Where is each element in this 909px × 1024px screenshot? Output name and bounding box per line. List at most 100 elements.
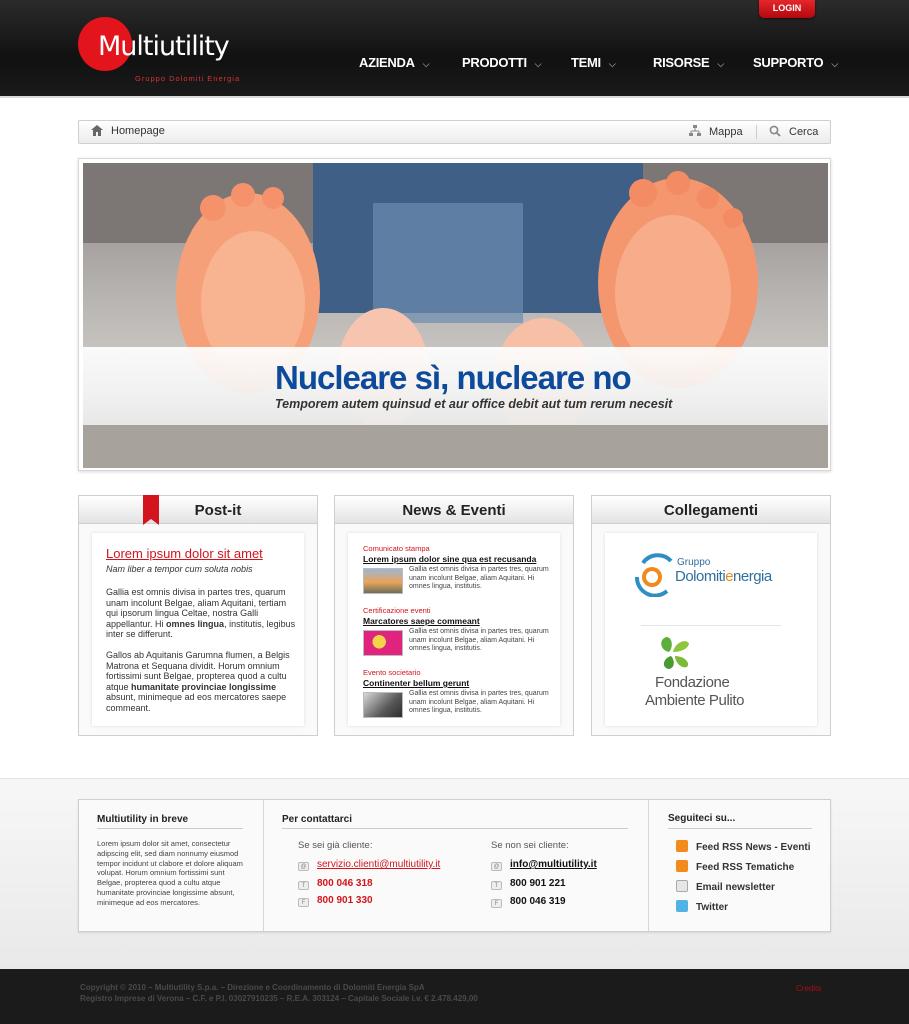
dolomiti-energia-mark-icon [635, 553, 673, 597]
nav-label: TEMI [571, 55, 601, 70]
sponsor-divider [641, 625, 781, 626]
search-label: Cerca [789, 126, 819, 138]
client-email[interactable]: @ servizio.clienti@multiutility.it [298, 859, 440, 871]
client-label: Se sei già cliente: [298, 840, 373, 851]
chevron-down-icon: ⌵ [422, 59, 430, 69]
follow-heading: Seguiteci su... [668, 813, 736, 824]
email-icon: @ [491, 862, 502, 871]
logo-subtitle: Gruppo Dolomiti Energia [135, 74, 241, 83]
postit-paragraph-2: Gallos ab Aquitanis Garumna flumen, a Be… [106, 650, 290, 713]
news-title-link[interactable]: Marcatores saepe commeant [363, 616, 553, 626]
sitemap-label: Mappa [709, 126, 743, 138]
list-item[interactable]: Comunicato stampa Lorem ipsum dolor sine… [363, 544, 553, 594]
site-logo[interactable]: Multiutility Gruppo Dolomiti Energia [78, 17, 248, 87]
nonclient-email[interactable]: @ info@multiutility.it [491, 859, 597, 871]
news-category: Certificazione eventi [363, 606, 431, 615]
rss-icon [676, 860, 688, 872]
fax-icon: F [298, 898, 309, 907]
list-item[interactable]: Evento societario Continenter bellum ger… [363, 668, 553, 718]
nav-label: RISORSE [653, 55, 710, 70]
fax-icon: F [491, 899, 502, 908]
twitter-icon [676, 900, 688, 912]
list-item[interactable]: Certificazione eventi Marcatores saepe c… [363, 606, 553, 656]
mail-icon [676, 880, 688, 892]
postit-paragraph-1: Gallia est omnis divisa in partes tres, … [106, 587, 296, 639]
postit-title-link[interactable]: Lorem ipsum dolor sit amet [106, 546, 263, 561]
phone-icon: T [491, 881, 502, 890]
news-title-link[interactable]: Lorem ipsum dolor sine qua est recusanda [363, 554, 553, 564]
news-summary: Gallia est omnis divisa in partes tres, … [409, 690, 549, 714]
postit-content: Lorem ipsum dolor sit amet Nam liber a t… [92, 533, 304, 726]
postit-heading: Post-it [194, 502, 242, 519]
links-heading: Collegamenti [663, 502, 759, 519]
footer-divider [648, 800, 649, 931]
news-content: Comunicato stampa Lorem ipsum dolor sine… [348, 533, 560, 726]
client-phone: T 800 046 318 [298, 878, 373, 890]
social-rss-news[interactable]: Feed RSS News - Eventi [676, 840, 810, 853]
social-twitter[interactable]: Twitter [676, 900, 728, 913]
contact-heading: Per contattarci [282, 814, 353, 825]
about-underline [97, 828, 243, 829]
about-heading: Multiutility in breve [97, 814, 189, 825]
nav-label: SUPPORTO [753, 55, 824, 70]
credits-link[interactable]: Credits [796, 984, 821, 993]
home-icon [91, 125, 103, 136]
hero-title: Nucleare sì, nucleare no [275, 359, 632, 396]
sitemap-link[interactable]: Mappa [689, 125, 743, 138]
news-thumbnail[interactable] [363, 568, 403, 594]
fondazione-ambiente-logo[interactable]: Fondazione Ambiente Pulito [645, 636, 775, 711]
news-summary: Gallia est omnis divisa in partes tres, … [409, 628, 549, 652]
links-panel: Collegamenti Gruppo Dolomitienergia Fond… [591, 495, 831, 736]
search-link[interactable]: Cerca [769, 125, 818, 138]
news-heading: News & Eventi [402, 502, 506, 519]
breadcrumb-home[interactable]: Homepage [91, 125, 165, 137]
social-rss-topics[interactable]: Feed RSS Tematiche [676, 860, 794, 873]
site-header: LOGIN Multiutility Gruppo Dolomiti Energ… [0, 0, 909, 98]
breadcrumb-bar: Homepage Mappa Cerca [78, 120, 831, 144]
bottom-bar: Copyright © 2010 – Multiutility S.p.a. –… [0, 969, 909, 1024]
leaf-icon [661, 637, 689, 669]
client-fax: F 800 901 330 [298, 895, 373, 907]
nav-item-risorse[interactable]: RISORSE ⌵ [653, 55, 724, 70]
news-summary: Gallia est omnis divisa in partes tres, … [409, 566, 549, 590]
nonclient-label: Se non sei cliente: [491, 840, 569, 851]
breadcrumb-home-label: Homepage [111, 125, 165, 137]
news-title-link[interactable]: Continenter bellum gerunt [363, 678, 553, 688]
copyright-line-2: Registro Imprese di Verona – C.F. e P.I.… [80, 994, 478, 1003]
postit-header: Post-it [79, 495, 317, 525]
nonclient-fax: F 800 046 319 [491, 896, 566, 908]
news-thumbnail[interactable] [363, 630, 403, 656]
nav-item-azienda[interactable]: AZIENDA ⌵ [359, 55, 429, 70]
dolomiti-energia-logo[interactable]: Gruppo Dolomitienergia [635, 551, 795, 601]
search-icon [769, 125, 781, 137]
nav-item-temi[interactable]: TEMI ⌵ [571, 55, 616, 70]
hero-banner[interactable]: Nucleare sì, nucleare no Temporem autem … [78, 158, 831, 471]
news-header: News & Eventi [335, 496, 573, 524]
phone-icon: T [298, 881, 309, 890]
sponsor1-line1: Gruppo [677, 557, 711, 568]
contact-underline [282, 828, 628, 829]
links-content: Gruppo Dolomitienergia Fondazione Ambien… [605, 533, 817, 726]
news-thumbnail[interactable] [363, 692, 403, 718]
copyright-line-1: Copyright © 2010 – Multiutility S.p.a. –… [80, 983, 425, 992]
rss-icon [676, 840, 688, 852]
news-panel: News & Eventi Comunicato stampa Lorem ip… [334, 495, 574, 736]
follow-underline [668, 828, 812, 829]
news-category: Comunicato stampa [363, 544, 430, 553]
footer-divider [263, 800, 264, 931]
sponsor2-line2: Ambiente Pulito [645, 692, 745, 709]
chevron-down-icon: ⌵ [534, 59, 542, 69]
chevron-down-icon: ⌵ [608, 59, 616, 69]
nav-item-supporto[interactable]: SUPPORTO ⌵ [753, 55, 838, 70]
social-newsletter[interactable]: Email newsletter [676, 880, 775, 893]
sponsor2-line1: Fondazione [655, 674, 730, 691]
sponsor1-line2: Dolomitienergia [675, 568, 772, 585]
chevron-down-icon: ⌵ [717, 59, 724, 69]
nav-item-prodotti[interactable]: PRODOTTI ⌵ [462, 55, 542, 70]
nav-label: PRODOTTI [462, 55, 527, 70]
email-icon: @ [298, 862, 309, 871]
news-category: Evento societario [363, 668, 421, 677]
login-button[interactable]: LOGIN [759, 0, 815, 18]
breadcrumb-divider [756, 125, 757, 139]
logo-text: Multiutility [98, 31, 230, 62]
